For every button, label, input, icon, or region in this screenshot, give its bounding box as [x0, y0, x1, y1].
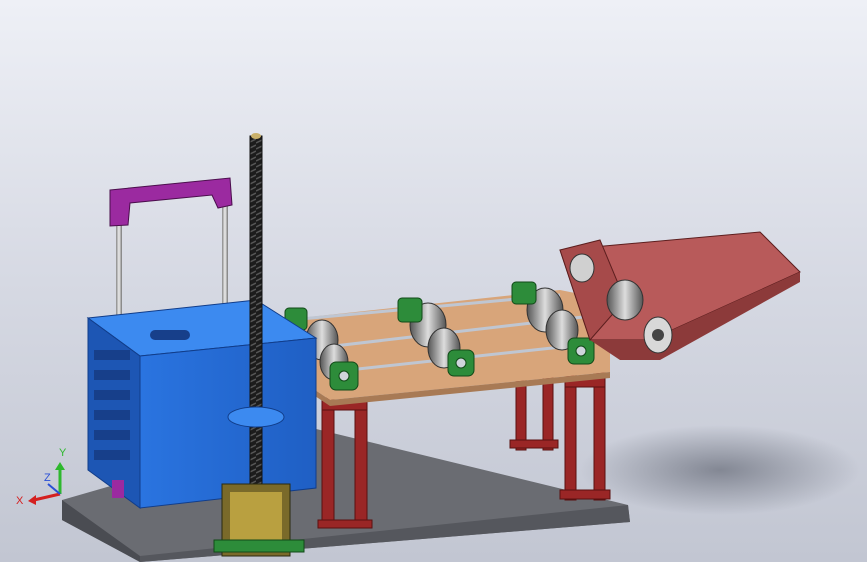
support-foot	[112, 480, 124, 498]
stepper-motor[interactable]	[213, 483, 305, 557]
cad-viewport[interactable]: Y X Z	[0, 0, 867, 562]
z-axis-label: Z	[44, 472, 51, 484]
y-axis-label: Y	[59, 447, 67, 459]
ground-shadow	[580, 425, 860, 515]
x-axis-label: X	[16, 495, 24, 507]
main-housing[interactable]	[86, 299, 318, 509]
